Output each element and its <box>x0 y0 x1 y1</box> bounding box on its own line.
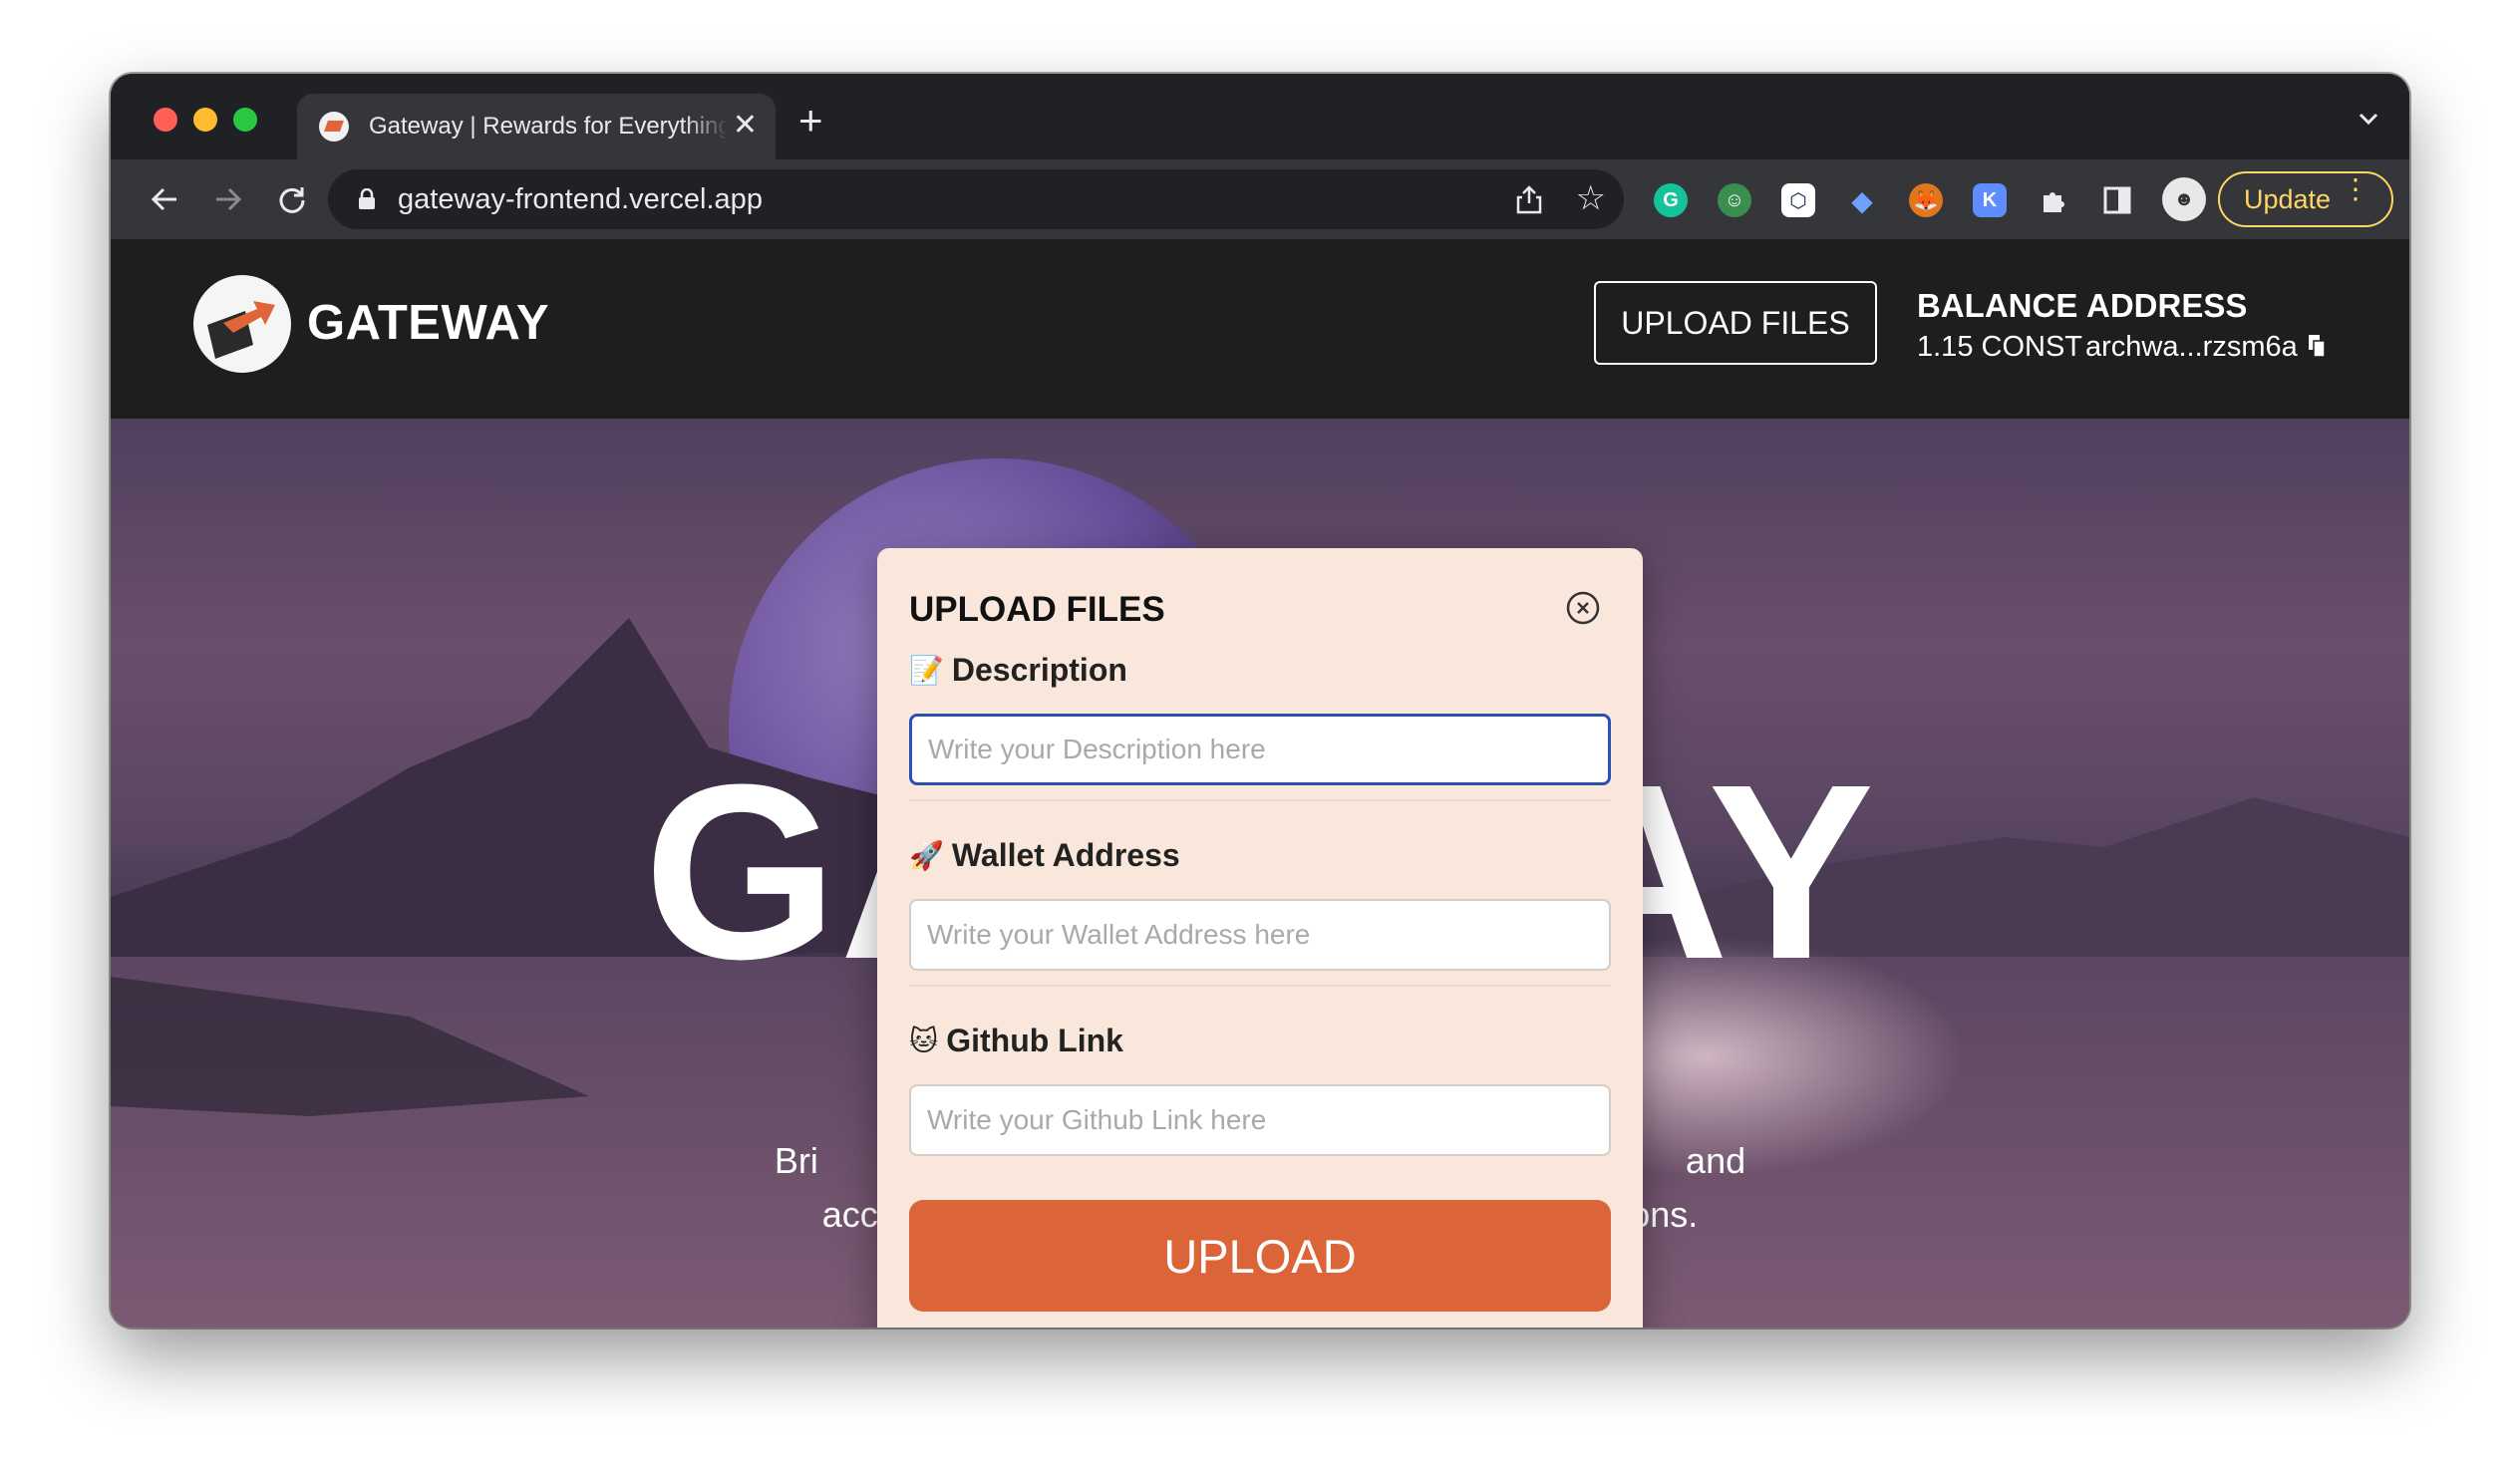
forward-button[interactable] <box>208 179 248 219</box>
divider <box>909 985 1611 987</box>
site-navbar: GATEWAY UPLOAD FILES BALANCE ADDRESS 1.1… <box>111 239 2409 419</box>
update-button[interactable]: Update ⋮ <box>2218 171 2393 227</box>
sidepanel-icon[interactable] <box>2100 183 2134 217</box>
minimize-window-button[interactable] <box>193 108 217 132</box>
grammarly-icon[interactable]: G <box>1654 183 1688 217</box>
description-label: 📝 Description <box>909 652 1127 689</box>
browser-window: Gateway | Rewards for Everything ✕ + gat… <box>111 74 2409 1328</box>
back-button[interactable] <box>145 179 184 219</box>
update-label: Update <box>2244 183 2332 214</box>
copy-icon[interactable] <box>2308 334 2326 358</box>
github-link-input[interactable] <box>909 1084 1611 1156</box>
forward-arrow-icon <box>216 187 242 211</box>
tab-strip: Gateway | Rewards for Everything ✕ + <box>111 74 2409 159</box>
close-window-button[interactable] <box>154 108 177 132</box>
upload-button[interactable]: UPLOAD <box>909 1200 1611 1312</box>
url-text: gateway-frontend.vercel.app <box>398 182 763 215</box>
bookmark-star-icon[interactable]: ☆ <box>1576 181 1606 215</box>
tab-title: Gateway | Rewards for Everything <box>369 113 728 140</box>
back-arrow-icon <box>151 187 176 211</box>
browser-toolbar: gateway-frontend.vercel.app ☆ G ☺ ⬡ ◆ 🦊 … <box>111 159 2409 239</box>
page-content: GATEWAY UPLOAD FILES BALANCE ADDRESS 1.1… <box>111 239 2409 1328</box>
menu-dots-icon[interactable]: ⋮ <box>2342 175 2369 203</box>
github-link-label-text: Github Link <box>946 1023 1123 1058</box>
reload-icon <box>279 187 305 213</box>
memo-icon: 📝 <box>909 655 944 686</box>
balance-label: BALANCE <box>1917 287 2078 324</box>
address-label: ADDRESS <box>2086 287 2248 324</box>
wallet-address-input[interactable] <box>909 899 1611 971</box>
share-icon[interactable] <box>1514 183 1544 215</box>
gateway-logo-icon[interactable] <box>193 275 291 373</box>
close-circle-icon[interactable] <box>1565 590 1601 626</box>
description-label-text: Description <box>951 652 1127 688</box>
metamask-icon[interactable]: 🦊 <box>1909 183 1943 217</box>
brand-name[interactable]: GATEWAY <box>307 295 549 351</box>
description-input[interactable] <box>909 714 1611 785</box>
github-link-label: 🐱 Github Link <box>909 1023 1123 1059</box>
new-tab-button[interactable]: + <box>798 100 823 142</box>
tab-close-icon[interactable]: ✕ <box>733 111 758 141</box>
wallet-address-label: 🚀 Wallet Address <box>909 837 1180 874</box>
tab-search-icon[interactable] <box>2358 108 2379 130</box>
address-bar[interactable]: gateway-frontend.vercel.app ☆ <box>328 169 1624 229</box>
puzzle-extensions-icon[interactable] <box>2037 183 2070 217</box>
wallet-address-label-text: Wallet Address <box>951 837 1180 873</box>
profile-avatar[interactable]: ☻ <box>2162 177 2206 221</box>
hexagon-extension-icon[interactable]: ⬡ <box>1781 183 1815 217</box>
lock-icon <box>359 188 375 209</box>
maximize-window-button[interactable] <box>233 108 257 132</box>
upload-files-button[interactable]: UPLOAD FILES <box>1594 281 1877 365</box>
modal-title: UPLOAD FILES <box>909 590 1165 629</box>
rocket-icon: 🚀 <box>909 840 944 871</box>
browser-tab[interactable]: Gateway | Rewards for Everything ✕ <box>297 94 776 159</box>
robot-extension-icon[interactable]: ☺ <box>1718 183 1751 217</box>
keplr-icon[interactable]: K <box>1973 183 2007 217</box>
cat-icon: 🐱 <box>909 1026 939 1056</box>
shield-extension-icon[interactable]: ◆ <box>1845 183 1879 217</box>
balance-value: 1.15 CONST <box>1917 331 2082 363</box>
reload-button[interactable] <box>272 179 312 219</box>
gateway-favicon-icon <box>319 112 349 142</box>
upload-files-modal: UPLOAD FILES 📝 Description 🚀 Wallet Addr… <box>877 548 1643 1328</box>
divider <box>909 799 1611 801</box>
address-value: archwa...rzsm6a <box>2085 331 2298 363</box>
